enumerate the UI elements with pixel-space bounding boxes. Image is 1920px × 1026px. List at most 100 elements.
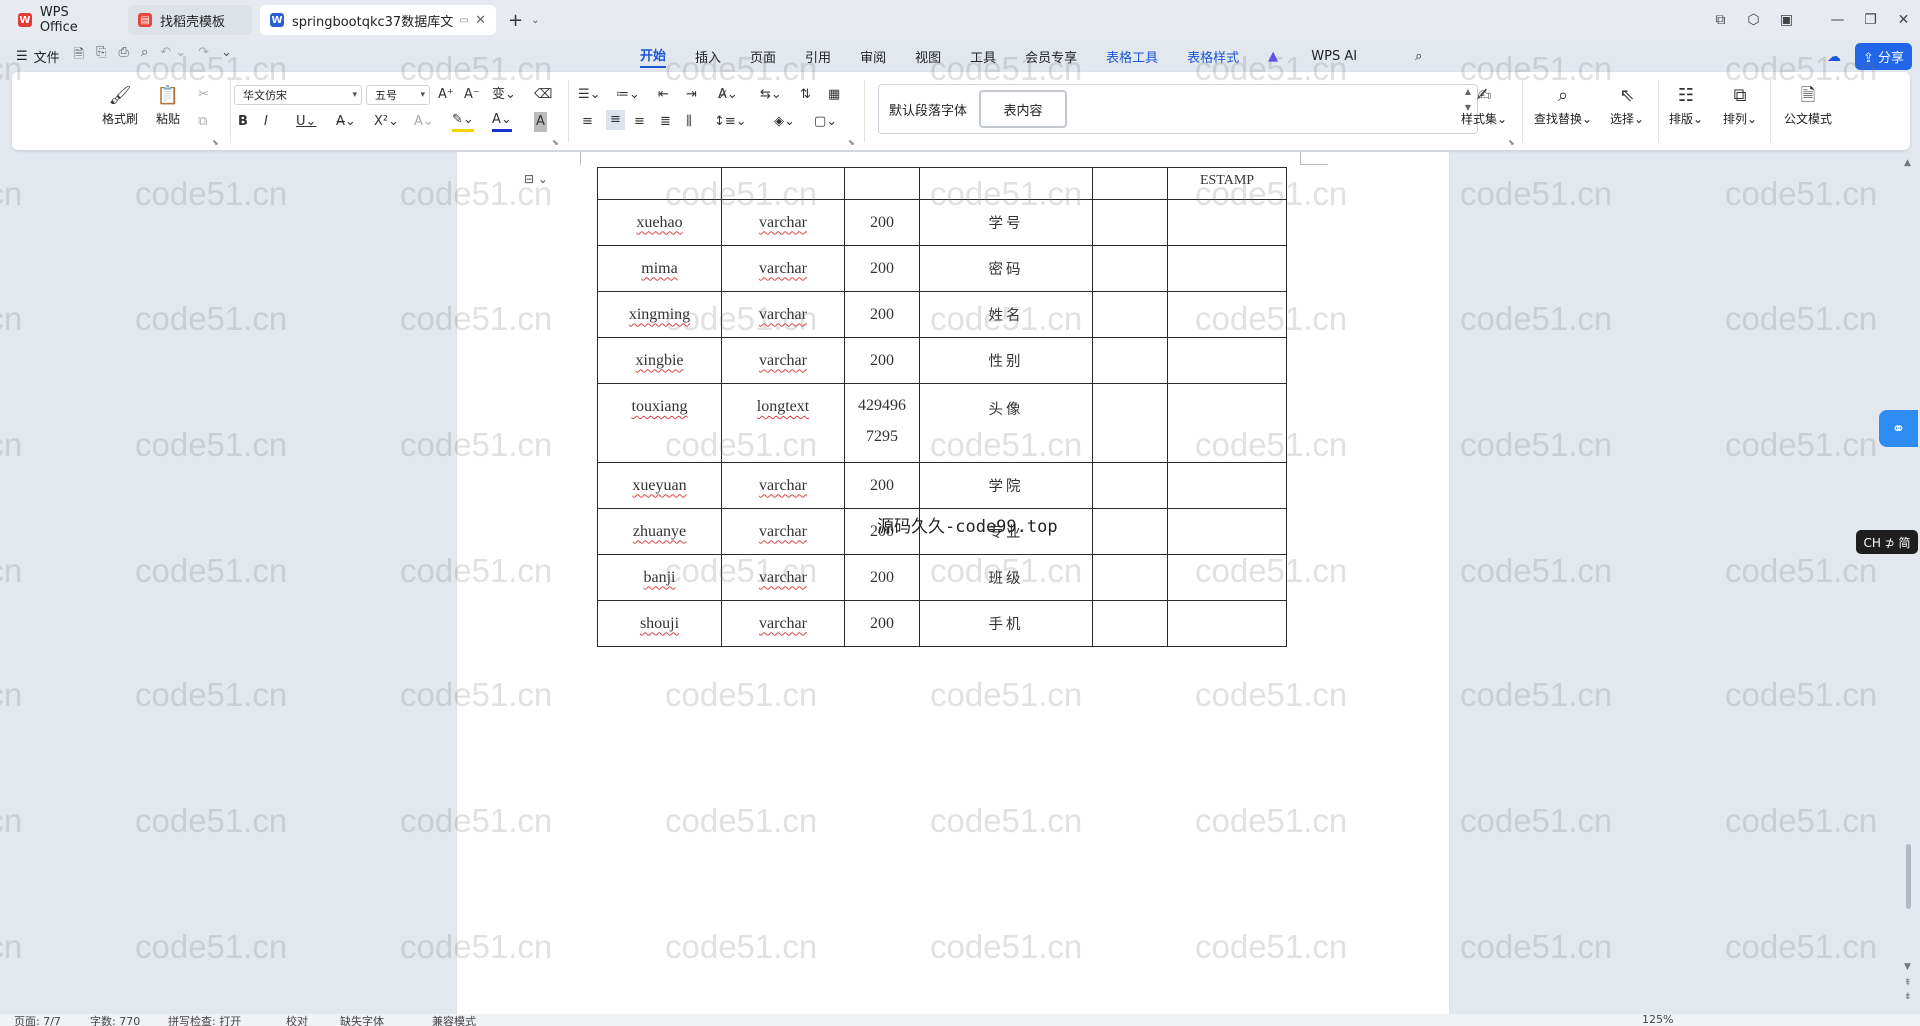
- copy-icon[interactable]: ⧉: [198, 112, 207, 132]
- status-zoom[interactable]: 125%: [1642, 1014, 1673, 1026]
- document-page[interactable]: ⊟ ⌄ ESTAMP xuehao varchar 200 学号 mima va…: [457, 152, 1449, 1026]
- tab-document[interactable]: W springbootqkc37数据库文 ▭ ✕: [260, 5, 496, 35]
- italic-icon[interactable]: I: [264, 112, 268, 132]
- table-cell[interactable]: [1167, 199, 1287, 246]
- phonetic-icon[interactable]: 变⌄: [492, 85, 516, 105]
- grow-font-icon[interactable]: A⁺: [438, 85, 454, 105]
- table-cell[interactable]: [1167, 462, 1287, 509]
- print-icon[interactable]: ⎙: [119, 45, 129, 67]
- assistant-float-button[interactable]: ⚭: [1879, 410, 1918, 447]
- table-cell[interactable]: [1092, 337, 1168, 384]
- increase-indent-icon[interactable]: ⇥: [686, 85, 697, 105]
- field-type-cell[interactable]: longtext: [721, 383, 845, 463]
- table-cell[interactable]: [1167, 337, 1287, 384]
- align-center-icon[interactable]: ≡: [606, 110, 625, 130]
- field-type-cell[interactable]: varchar: [721, 600, 845, 647]
- tab-docer[interactable]: ▤ 找稻壳模板: [128, 5, 252, 35]
- tab-view[interactable]: 视图: [915, 47, 941, 66]
- vertical-scrollbar[interactable]: ▲ ▼ ⇞ ⇟: [1898, 152, 1920, 1012]
- field-comment-cell[interactable]: 姓名: [919, 291, 1093, 338]
- format-painter-button[interactable]: 🖌 格式刷: [98, 82, 142, 127]
- style-set-button[interactable]: ✍ 样式集⌄: [1456, 82, 1512, 127]
- search-icon[interactable]: ⌕: [1415, 49, 1422, 64]
- table-cell[interactable]: [1167, 508, 1287, 555]
- show-marks-icon[interactable]: ▦: [828, 85, 840, 105]
- align-right-icon[interactable]: ≡: [634, 112, 645, 132]
- table-cell[interactable]: [1092, 245, 1168, 292]
- scroll-up-icon[interactable]: ▲: [1904, 158, 1911, 168]
- cloud-upload-icon[interactable]: ☁: [1827, 49, 1841, 65]
- table-cell[interactable]: [919, 167, 1093, 200]
- tab-insert[interactable]: 插入: [695, 47, 721, 66]
- tab-table-style[interactable]: 表格样式: [1187, 47, 1239, 66]
- table-cell[interactable]: [1092, 291, 1168, 338]
- tab-wps-office[interactable]: W WPS Office: [8, 5, 120, 35]
- decrease-indent-icon[interactable]: ⇤: [658, 85, 669, 105]
- numbered-list-icon[interactable]: ≔⌄: [616, 85, 640, 105]
- font-size-select[interactable]: 五号 ▾: [366, 85, 430, 105]
- table-cell[interactable]: [1092, 383, 1168, 463]
- strikethrough-icon[interactable]: A̶⌄: [336, 112, 356, 132]
- arrange-button[interactable]: ⧉ 排列⌄: [1714, 82, 1766, 127]
- cube-icon[interactable]: ⬡: [1737, 12, 1770, 28]
- field-name-cell[interactable]: zhuanye: [597, 508, 722, 555]
- field-name-cell[interactable]: touxiang: [597, 383, 722, 463]
- wps-ai-button[interactable]: ▲ WPS AI: [1268, 49, 1386, 64]
- tab-page[interactable]: 页面: [750, 47, 776, 66]
- undo-icon[interactable]: ↶ ⌄: [160, 45, 186, 67]
- field-type-cell[interactable]: varchar: [721, 508, 845, 555]
- table-cell[interactable]: [1092, 167, 1168, 200]
- field-name-cell[interactable]: banji: [597, 554, 722, 601]
- field-type-cell[interactable]: varchar: [721, 199, 845, 246]
- status-compat-mode[interactable]: 兼容模式: [432, 1014, 476, 1026]
- scroll-thumb[interactable]: [1906, 844, 1911, 909]
- borders-icon[interactable]: ▢⌄: [814, 112, 837, 132]
- more-icon[interactable]: ⌄: [221, 45, 232, 67]
- sort-icon[interactable]: ⇅: [800, 85, 811, 105]
- save-icon[interactable]: 🗎: [74, 45, 84, 67]
- table-cell[interactable]: [844, 167, 920, 200]
- field-type-cell[interactable]: varchar: [721, 245, 845, 292]
- table-cell[interactable]: [1092, 462, 1168, 509]
- tab-tools[interactable]: 工具: [970, 47, 996, 66]
- paragraph-launcher-icon[interactable]: ⬊: [848, 138, 855, 147]
- redo-icon[interactable]: ↷: [198, 45, 209, 67]
- field-length-cell[interactable]: 200: [844, 291, 920, 338]
- clipboard-launcher-icon[interactable]: ⬊: [212, 138, 219, 147]
- style-table-content[interactable]: 表内容: [979, 90, 1067, 128]
- table-cell[interactable]: [1167, 245, 1287, 292]
- field-comment-cell[interactable]: 班级: [919, 554, 1093, 601]
- tab-review[interactable]: 审阅: [860, 47, 886, 66]
- table-cell[interactable]: [1167, 291, 1287, 338]
- field-type-cell[interactable]: varchar: [721, 337, 845, 384]
- shading-icon[interactable]: ◈⌄: [774, 112, 795, 132]
- field-name-cell[interactable]: shouji: [597, 600, 722, 647]
- field-length-cell[interactable]: 200: [844, 600, 920, 647]
- styles-launcher-icon[interactable]: ⬊: [1508, 138, 1515, 147]
- bold-icon[interactable]: B: [238, 112, 248, 132]
- text-direction-icon[interactable]: A̷⌄: [718, 85, 738, 105]
- field-name-cell[interactable]: xingming: [597, 291, 722, 338]
- field-length-cell[interactable]: 200: [844, 462, 920, 509]
- new-tab-icon[interactable]: +: [508, 10, 523, 31]
- field-length-cell[interactable]: 200: [844, 554, 920, 601]
- bullet-list-icon[interactable]: ☰⌄: [578, 85, 601, 105]
- field-comment-cell[interactable]: 学院: [919, 462, 1093, 509]
- close-icon[interactable]: ✕: [475, 13, 486, 28]
- table-cell[interactable]: [721, 167, 845, 200]
- layout-button[interactable]: ☷ 排版⌄: [1660, 82, 1712, 127]
- field-comment-cell[interactable]: 头像: [919, 383, 1093, 463]
- select-button[interactable]: ⇖ 选择⌄: [1602, 82, 1652, 127]
- file-menu[interactable]: ☰ 文件: [16, 47, 60, 66]
- table-cell[interactable]: [1092, 199, 1168, 246]
- tab-references[interactable]: 引用: [805, 47, 831, 66]
- official-mode-button[interactable]: 🗎 公文模式: [1776, 82, 1840, 127]
- status-page[interactable]: 页面: 7/7: [14, 1014, 61, 1026]
- font-color-icon[interactable]: A⌄: [492, 112, 512, 132]
- align-left-icon[interactable]: ≡: [582, 112, 593, 132]
- field-comment-cell[interactable]: 手机: [919, 600, 1093, 647]
- table-properties-icon[interactable]: ⊟ ⌄: [524, 172, 548, 186]
- line-break-icon[interactable]: ⇆⌄: [760, 85, 782, 105]
- status-proofread[interactable]: 校对: [286, 1014, 308, 1026]
- field-length-cell[interactable]: 200: [844, 245, 920, 292]
